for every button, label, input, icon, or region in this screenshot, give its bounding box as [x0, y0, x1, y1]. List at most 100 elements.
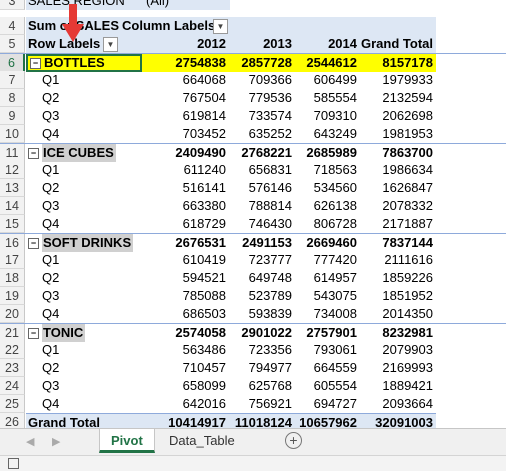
value-cell[interactable]: 723356 [230, 341, 295, 359]
value-cell[interactable]: 710457 [142, 359, 230, 377]
collapse-minus-icon[interactable]: − [28, 328, 39, 340]
row-header[interactable]: 11 [0, 144, 25, 162]
value-cell[interactable]: 7837144 [360, 234, 436, 252]
group-label-cell[interactable]: − TONIC [26, 324, 142, 342]
value-cell[interactable]: 709310 [295, 107, 360, 125]
value-cell[interactable]: 543075 [295, 287, 360, 305]
value-cell[interactable]: 605554 [295, 377, 360, 395]
value-cell[interactable]: 2574058 [142, 324, 230, 342]
value-cell[interactable]: 777420 [295, 251, 360, 269]
row-header[interactable]: 6 [0, 54, 25, 72]
value-cell[interactable]: 594521 [142, 269, 230, 287]
value-cell[interactable]: 2079903 [360, 341, 436, 359]
tab-pivot[interactable]: Pivot [99, 429, 155, 453]
value-cell[interactable]: 11018124 [230, 413, 295, 428]
value-cell[interactable]: 2676531 [142, 234, 230, 252]
value-cell[interactable]: 625768 [230, 377, 295, 395]
value-cell[interactable]: 1981953 [360, 125, 436, 143]
row-header[interactable]: 9 [0, 107, 25, 125]
value-cell[interactable]: 2685989 [295, 144, 360, 162]
macro-record-icon[interactable] [8, 458, 19, 469]
group-label-cell[interactable]: − ICE CUBES [26, 144, 142, 162]
row-labels-filter-dropdown[interactable]: ▼ [103, 37, 118, 52]
row-header[interactable]: 7 [0, 71, 25, 89]
value-cell[interactable]: 649748 [230, 269, 295, 287]
value-cell[interactable]: 2754838 [142, 54, 230, 72]
value-cell[interactable]: 785088 [142, 287, 230, 305]
value-cell[interactable]: 2544612 [295, 54, 360, 72]
tab-data-table[interactable]: Data_Table [158, 429, 246, 453]
value-cell[interactable]: 2757901 [295, 324, 360, 342]
collapse-minus-icon[interactable]: − [28, 238, 39, 250]
value-cell[interactable]: 2901022 [230, 324, 295, 342]
row-header[interactable]: 15 [0, 215, 25, 233]
value-cell[interactable]: 746430 [230, 215, 295, 233]
value-cell[interactable]: 2014350 [360, 305, 436, 323]
row-header[interactable]: 18 [0, 269, 25, 287]
value-cell[interactable]: 1851952 [360, 287, 436, 305]
group-label-cell[interactable]: − SOFT DRINKS [26, 234, 142, 252]
value-cell[interactable]: 32091003 [360, 413, 436, 428]
value-cell[interactable]: 576146 [230, 179, 295, 197]
value-cell[interactable]: 618729 [142, 215, 230, 233]
value-cell[interactable]: 516141 [142, 179, 230, 197]
value-cell[interactable]: 703452 [142, 125, 230, 143]
value-cell[interactable]: 788814 [230, 197, 295, 215]
value-cell[interactable]: 779536 [230, 89, 295, 107]
value-cell[interactable]: 2169993 [360, 359, 436, 377]
value-cell[interactable]: 606499 [295, 71, 360, 89]
value-cell[interactable]: 619814 [142, 107, 230, 125]
value-cell[interactable]: 2409490 [142, 144, 230, 162]
collapse-minus-icon[interactable]: − [30, 58, 41, 70]
value-cell[interactable]: 2111616 [360, 251, 436, 269]
row-header[interactable]: 19 [0, 287, 25, 305]
row-header[interactable]: 24 [0, 377, 25, 395]
row-header[interactable]: 23 [0, 359, 25, 377]
value-cell[interactable]: 2062698 [360, 107, 436, 125]
value-cell[interactable]: 8157178 [360, 54, 436, 72]
value-cell[interactable]: 723777 [230, 251, 295, 269]
value-cell[interactable]: 1859226 [360, 269, 436, 287]
value-cell[interactable]: 2171887 [360, 215, 436, 233]
value-cell[interactable]: 611240 [142, 161, 230, 179]
row-header[interactable]: 25 [0, 395, 25, 413]
value-cell[interactable]: 1979933 [360, 71, 436, 89]
value-cell[interactable]: 806728 [295, 215, 360, 233]
filter-value[interactable]: (All) [142, 0, 230, 10]
value-cell[interactable]: 718563 [295, 161, 360, 179]
value-cell[interactable]: 614957 [295, 269, 360, 287]
value-cell[interactable]: 694727 [295, 395, 360, 413]
value-cell[interactable]: 658099 [142, 377, 230, 395]
row-header[interactable]: 20 [0, 305, 25, 323]
value-cell[interactable]: 2093664 [360, 395, 436, 413]
collapse-minus-icon[interactable]: − [28, 148, 39, 160]
value-cell[interactable]: 709366 [230, 71, 295, 89]
value-cell[interactable]: 2078332 [360, 197, 436, 215]
value-cell[interactable]: 2768221 [230, 144, 295, 162]
row-header[interactable]: 22 [0, 341, 25, 359]
row-header[interactable]: 12 [0, 161, 25, 179]
value-cell[interactable]: 8232981 [360, 324, 436, 342]
row-header[interactable]: 10 [0, 125, 25, 143]
value-cell[interactable]: 626138 [295, 197, 360, 215]
row-header[interactable]: 8 [0, 89, 25, 107]
value-cell[interactable]: 10657962 [295, 413, 360, 428]
value-cell[interactable]: 756921 [230, 395, 295, 413]
value-cell[interactable]: 523789 [230, 287, 295, 305]
value-cell[interactable]: 663380 [142, 197, 230, 215]
value-cell[interactable]: 793061 [295, 341, 360, 359]
row-header[interactable]: 4 [0, 17, 25, 35]
value-cell[interactable]: 643249 [295, 125, 360, 143]
row-header[interactable]: 13 [0, 179, 25, 197]
value-cell[interactable]: 1626847 [360, 179, 436, 197]
row-header[interactable]: 16 [0, 234, 25, 252]
value-cell[interactable]: 733574 [230, 107, 295, 125]
row-header[interactable]: 14 [0, 197, 25, 215]
value-cell[interactable]: 767504 [142, 89, 230, 107]
value-cell[interactable]: 664559 [295, 359, 360, 377]
row-header[interactable]: 17 [0, 251, 25, 269]
value-cell[interactable]: 534560 [295, 179, 360, 197]
value-cell[interactable]: 2857728 [230, 54, 295, 72]
scroll-tabs-right-icon[interactable]: ▶ [52, 435, 60, 448]
scroll-tabs-left-icon[interactable]: ◀ [26, 435, 34, 448]
